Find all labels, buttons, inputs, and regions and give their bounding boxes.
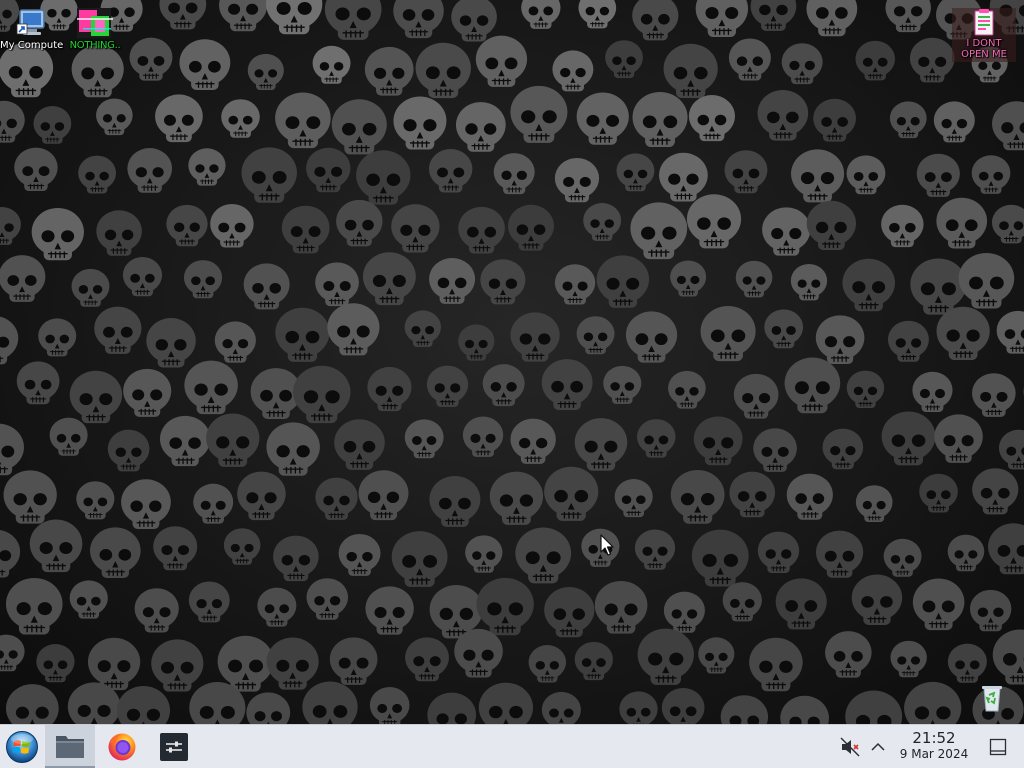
folder-icon bbox=[56, 735, 84, 758]
nothing-desktop-icon[interactable]: NOTHING.. bbox=[63, 6, 127, 51]
dont-open-me-desktop-icon[interactable]: I DONT OPEN ME bbox=[952, 8, 1016, 62]
clock-time: 21:52 bbox=[912, 729, 956, 747]
windows-orb-icon bbox=[6, 731, 38, 763]
recycle-bin-desktop-icon[interactable] bbox=[972, 682, 1012, 714]
clock-date: 9 Mar 2024 bbox=[899, 747, 969, 761]
nothing-label: NOTHING.. bbox=[69, 40, 121, 51]
chevron-up-icon bbox=[871, 742, 885, 751]
show-desktop-icon bbox=[989, 738, 1007, 756]
taskbar-terminal-button[interactable] bbox=[149, 725, 199, 768]
recycle-bin-icon bbox=[982, 686, 1002, 712]
computer-icon bbox=[16, 9, 45, 35]
tray-expand-button[interactable] bbox=[866, 725, 890, 768]
taskbar-file-manager-button[interactable] bbox=[45, 725, 95, 768]
my-computer-desktop-icon[interactable]: My Computer bbox=[0, 6, 64, 51]
taskbar-firefox-button[interactable] bbox=[97, 725, 147, 768]
notepad-icon bbox=[974, 9, 994, 36]
taskbar: 21:52 9 Mar 2024 bbox=[0, 724, 1024, 768]
my-computer-label: My Computer bbox=[0, 40, 64, 51]
desktop-wallpaper: My Computer NOTHING.. I DONT OPEN ME bbox=[0, 0, 1024, 724]
skull-wallpaper-image bbox=[0, 0, 1024, 724]
dont-open-me-label: I DONT OPEN ME bbox=[961, 38, 1007, 60]
mouse-pointer-icon bbox=[600, 534, 614, 556]
volume-muted-icon bbox=[840, 737, 860, 757]
tray-volume-button[interactable] bbox=[836, 725, 864, 768]
taskbar-clock[interactable]: 21:52 9 Mar 2024 bbox=[892, 729, 976, 762]
glitched-file-icon bbox=[77, 8, 113, 38]
firefox-icon bbox=[108, 733, 136, 761]
terminal-icon bbox=[160, 733, 188, 761]
start-button[interactable] bbox=[0, 725, 44, 768]
show-desktop-button[interactable] bbox=[984, 725, 1012, 768]
